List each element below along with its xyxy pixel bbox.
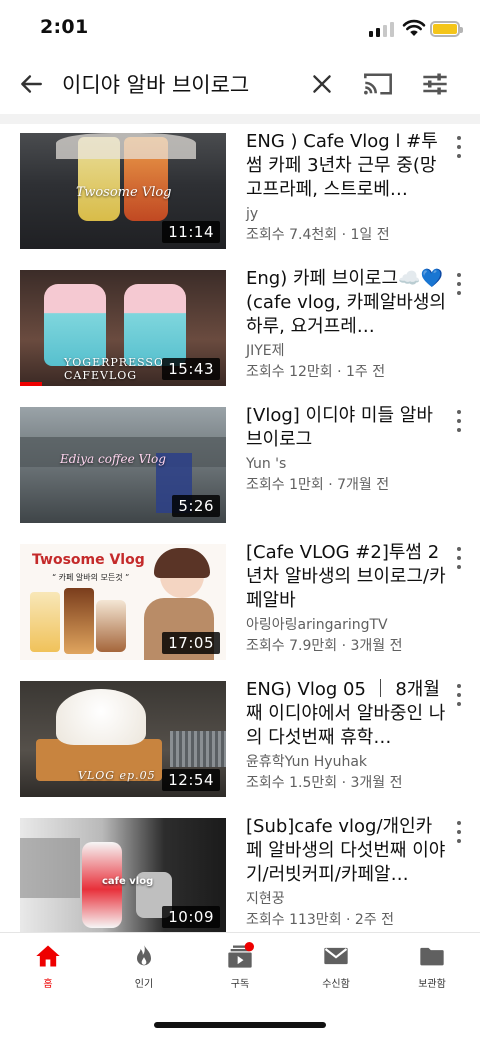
- inbox-icon: [324, 947, 348, 965]
- cast-icon[interactable]: [363, 70, 393, 98]
- video-duration: 17:05: [162, 632, 220, 654]
- library-icon: [420, 947, 444, 966]
- video-title[interactable]: ENG) Vlog 05 ｜ 8개월째 이디야에서 알바중인 나의 다섯번째 휴…: [246, 678, 446, 750]
- thumbnail-caption: cafe vlog: [102, 876, 154, 887]
- nav-tab-inbox[interactable]: 수신함: [288, 933, 384, 994]
- more-options-icon[interactable]: [452, 410, 466, 432]
- watch-progress-bar: [20, 382, 42, 386]
- video-stats: 조회수 7.4천회 · 1일 전: [246, 227, 390, 243]
- video-result[interactable]: cafe vlog 10:09 [Sub]cafe vlog/개인카페 알바생의…: [0, 809, 480, 932]
- channel-name: JIYE제: [246, 343, 285, 359]
- more-options-icon[interactable]: [452, 821, 466, 843]
- more-options-icon[interactable]: [452, 547, 466, 569]
- video-thumbnail[interactable]: VLOG ep.05 12:54: [20, 681, 226, 797]
- video-thumbnail[interactable]: Twosome Vlog “ 카페 알바의 모든것 ” 17:05: [20, 544, 226, 660]
- video-title[interactable]: [Cafe VLOG #2]투썸 2년차 알바생의 브이로그/카페알바: [246, 541, 446, 613]
- cellular-signal-icon: [369, 22, 394, 37]
- video-stats: 조회수 12만회 · 1주 전: [246, 364, 386, 380]
- video-title[interactable]: [Vlog] 이디야 미들 알바 브이로그: [246, 404, 446, 452]
- nav-tab-library[interactable]: 보관함: [384, 933, 480, 994]
- channel-name: jy: [246, 206, 259, 222]
- channel-name: Yun 's: [246, 456, 287, 472]
- video-stats: 조회수 1만회 · 7개월 전: [246, 477, 390, 493]
- video-stats: 조회수 113만회 · 2주 전: [246, 912, 395, 928]
- video-result[interactable]: Ediya coffee Vlog 5:26 [Vlog] 이디야 미들 알바 …: [0, 398, 480, 523]
- search-header: 이디야 알바 브이로그: [0, 56, 480, 114]
- home-icon: [36, 945, 60, 967]
- video-result[interactable]: YOGERPRESSO CAFEVLOG 15:43 Eng) 카페 브이로그☁…: [0, 261, 480, 386]
- filter-icon[interactable]: [421, 70, 449, 98]
- video-duration: 15:43: [162, 358, 220, 380]
- thumbnail-caption: Twosome Vlog: [32, 552, 145, 568]
- more-options-icon[interactable]: [452, 273, 466, 295]
- video-thumbnail[interactable]: Ediya coffee Vlog 5:26: [20, 407, 226, 523]
- nav-tab-subscriptions[interactable]: 구독: [192, 933, 288, 994]
- more-options-icon[interactable]: [452, 684, 466, 706]
- more-options-icon[interactable]: [452, 136, 466, 158]
- nav-tab-home[interactable]: 홈: [0, 933, 96, 994]
- video-title[interactable]: Eng) 카페 브이로그☁️💙 (cafe vlog, 카페알바생의 하루, 요…: [246, 267, 446, 339]
- video-thumbnail[interactable]: cafe vlog 10:09: [20, 818, 226, 932]
- video-duration: 12:54: [162, 769, 220, 791]
- nav-tab-trending[interactable]: 인기: [96, 933, 192, 994]
- video-title[interactable]: [Sub]cafe vlog/개인카페 알바생의 다섯번째 이야기/러빗커피/카…: [246, 815, 446, 887]
- channel-name: 아링아링aringaringTV: [246, 617, 388, 633]
- nav-label: 수신함: [322, 979, 350, 990]
- flame-icon: [137, 944, 151, 966]
- search-results-list[interactable]: Twosome Vlog 11:14 ENG ) Cafe Vlog l #투썸…: [0, 124, 480, 932]
- nav-label: 인기: [134, 979, 154, 990]
- video-stats: 조회수 1.5만회 · 3개월 전: [246, 775, 403, 791]
- subscriptions-icon: [228, 942, 254, 968]
- nav-label: 홈: [43, 979, 53, 990]
- thumbnail-caption: VLOG ep.05: [78, 769, 156, 782]
- status-bar: 2:01: [0, 0, 480, 56]
- thumbnail-caption: Twosome Vlog: [76, 185, 172, 200]
- video-thumbnail[interactable]: Twosome Vlog 11:14: [20, 133, 226, 249]
- search-query[interactable]: 이디야 알바 브이로그: [62, 69, 249, 99]
- battery-icon: [430, 21, 463, 37]
- status-time: 2:01: [40, 16, 89, 38]
- video-result[interactable]: VLOG ep.05 12:54 ENG) Vlog 05 ｜ 8개월째 이디야…: [0, 672, 480, 797]
- video-duration: 5:26: [172, 495, 220, 517]
- nav-label: 구독: [230, 979, 250, 990]
- channel-name: 윤휴학Yun Hyuhak: [246, 754, 368, 770]
- thumbnail-subcaption: “ 카페 알바의 모든것 ”: [52, 573, 130, 582]
- video-result[interactable]: Twosome Vlog “ 카페 알바의 모든것 ” 17:05 [Cafe …: [0, 535, 480, 660]
- video-duration: 10:09: [162, 906, 220, 928]
- video-result[interactable]: Twosome Vlog 11:14 ENG ) Cafe Vlog l #투썸…: [0, 124, 480, 249]
- video-duration: 11:14: [162, 221, 220, 243]
- home-indicator[interactable]: [154, 1022, 326, 1028]
- nav-label: 보관함: [418, 979, 446, 990]
- thumbnail-caption: Ediya coffee Vlog: [60, 452, 166, 466]
- bottom-navigation: 홈 인기 구독 수신함 보관함: [0, 932, 480, 994]
- channel-name: 지현꿍: [246, 891, 285, 907]
- header-divider: [0, 114, 480, 124]
- video-thumbnail[interactable]: YOGERPRESSO CAFEVLOG 15:43: [20, 270, 226, 386]
- video-title[interactable]: ENG ) Cafe Vlog l #투썸 카페 3년차 근무 중(망고프라페,…: [246, 130, 446, 202]
- clear-search-icon[interactable]: [309, 71, 335, 97]
- video-stats: 조회수 7.9만회 · 3개월 전: [246, 638, 403, 654]
- wifi-icon: [402, 19, 426, 36]
- back-arrow-icon[interactable]: [18, 71, 44, 97]
